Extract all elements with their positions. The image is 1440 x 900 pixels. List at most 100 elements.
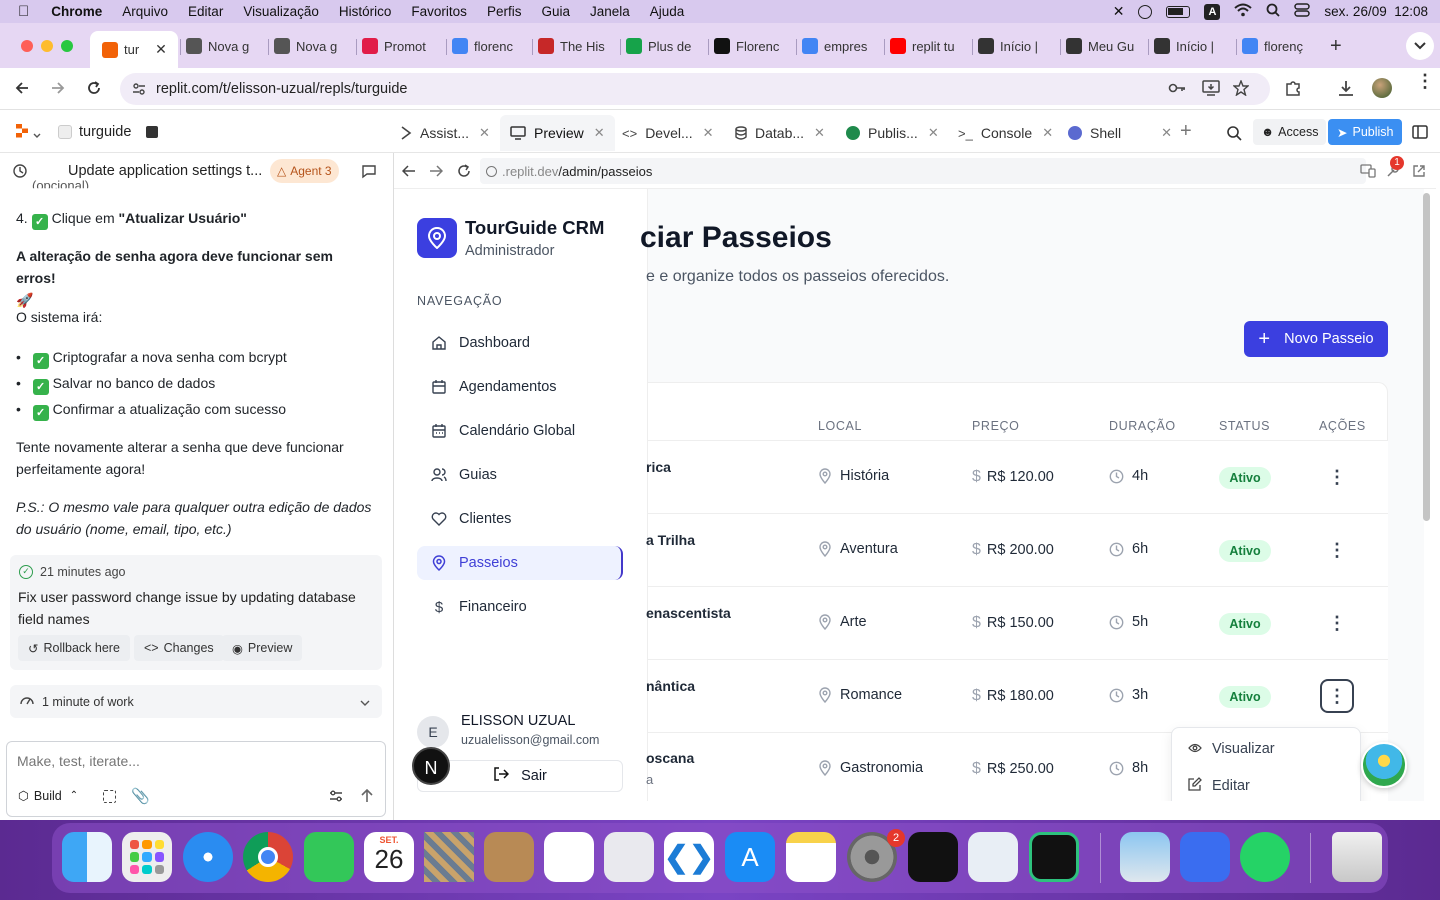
- project-name[interactable]: turguide: [79, 124, 131, 140]
- browser-tab[interactable]: empres: [802, 31, 882, 61]
- tab-database[interactable]: Datab... ✕: [735, 123, 825, 143]
- reminders-icon[interactable]: [544, 832, 594, 882]
- tab-preview[interactable]: Preview ✕: [500, 115, 615, 151]
- nav-guias[interactable]: Guias: [417, 458, 623, 492]
- tab-close-icon[interactable]: ✕: [928, 125, 939, 141]
- bookmark-star-icon[interactable]: [1232, 79, 1250, 100]
- stop-button[interactable]: [146, 126, 158, 138]
- menu-janela[interactable]: Janela: [590, 4, 630, 19]
- safari-icon[interactable]: [183, 832, 233, 882]
- menu-editar[interactable]: Editar: [188, 4, 223, 19]
- menu-item-editar[interactable]: Editar: [1188, 777, 1250, 795]
- control-center-icon[interactable]: [1294, 3, 1311, 20]
- install-app-icon[interactable]: [1202, 80, 1220, 100]
- browser-tab[interactable]: Florenc: [714, 31, 794, 61]
- roblox-icon[interactable]: [1180, 832, 1230, 882]
- agent-input[interactable]: [17, 750, 367, 772]
- apple-icon[interactable]: : [18, 3, 29, 20]
- access-button[interactable]: ☻ Access: [1253, 119, 1327, 145]
- nav-calendario-global[interactable]: Calendário Global: [417, 414, 623, 448]
- terminal-app-icon[interactable]: [1029, 832, 1079, 882]
- browser-tab[interactable]: The His: [538, 31, 618, 61]
- trash-icon[interactable]: [1332, 832, 1382, 882]
- table-row[interactable]: enascentista Arte $ R$ 150.00 5h Ativo ⋮: [646, 586, 1388, 659]
- tab-close-icon[interactable]: ✕: [594, 125, 605, 141]
- table-row[interactable]: nântica Romance $ R$ 180.00 3h Ativo ⋮: [646, 659, 1388, 732]
- browser-tab[interactable]: florenç: [1242, 31, 1322, 61]
- window-zoom-button[interactable]: [61, 40, 73, 52]
- browser-tab[interactable]: florenc: [452, 31, 532, 61]
- bluetooth-icon[interactable]: ✕: [1113, 3, 1125, 20]
- preview-url-bar[interactable]: .replit.dev/admin/passeios: [480, 158, 1366, 184]
- unity-icon[interactable]: [908, 832, 958, 882]
- new-tab-button[interactable]: +: [1330, 35, 1342, 58]
- tab-search-chevron-icon[interactable]: [1406, 32, 1434, 60]
- split-pane-icon[interactable]: [1412, 125, 1428, 142]
- browser-tab[interactable]: Promot: [362, 31, 442, 61]
- row-actions-kebab-icon[interactable]: ⋮: [1320, 679, 1354, 713]
- app-store-icon[interactable]: A: [725, 832, 775, 882]
- postgres-icon[interactable]: [968, 832, 1018, 882]
- preview-back-icon[interactable]: [401, 164, 416, 181]
- menu-visualizacao[interactable]: Visualização: [243, 4, 319, 19]
- next-devtools-icon[interactable]: N: [412, 747, 450, 785]
- search-icon[interactable]: [1226, 125, 1242, 144]
- table-row[interactable]: rica História $ R$ 120.00 4h Ativo ⋮: [646, 440, 1388, 513]
- send-arrow-icon[interactable]: [361, 788, 373, 806]
- devices-icon[interactable]: [1360, 164, 1376, 181]
- tab-devtools[interactable]: <> Devel... ✕: [622, 123, 714, 143]
- site-info-icon[interactable]: [132, 82, 146, 100]
- tab-close-icon[interactable]: ✕: [703, 125, 714, 141]
- password-key-icon[interactable]: [1168, 81, 1186, 99]
- reload-icon[interactable]: [86, 80, 102, 99]
- profile-avatar[interactable]: [1372, 78, 1392, 98]
- build-mode-button[interactable]: ⬡ Build ⌃: [18, 788, 78, 804]
- floating-assistant-avatar[interactable]: [1361, 742, 1407, 788]
- changes-button[interactable]: <> Changes: [134, 635, 224, 661]
- brand-logo-icon[interactable]: [417, 218, 457, 258]
- chrome-menu-kebab-icon[interactable]: ⋮: [1416, 72, 1434, 90]
- vertical-scrollbar[interactable]: [1423, 193, 1430, 521]
- facetime-icon[interactable]: [304, 832, 354, 882]
- nav-passeios[interactable]: Passeios: [417, 546, 623, 580]
- accessibility-icon[interactable]: [1138, 4, 1153, 19]
- notes-icon[interactable]: [786, 832, 836, 882]
- contacts-icon[interactable]: [484, 832, 534, 882]
- thread-title[interactable]: Update application settings t...: [68, 163, 262, 179]
- browser-tab[interactable]: Nova g: [274, 31, 354, 61]
- checkpoint-preview-button[interactable]: ◉ Preview: [222, 635, 303, 661]
- tab-assistant[interactable]: Assist... ✕: [400, 123, 490, 143]
- settings-sliders-icon[interactable]: [329, 790, 343, 805]
- clock[interactable]: sex. 26/09 12:08: [1324, 4, 1428, 19]
- launchpad-icon[interactable]: [122, 832, 172, 882]
- window-close-button[interactable]: [21, 40, 33, 52]
- menu-favoritos[interactable]: Favoritos: [411, 4, 467, 19]
- table-row[interactable]: a Trilha Aventura $ R$ 200.00 6h Ativo ⋮: [646, 513, 1388, 586]
- tab-close-icon[interactable]: ✕: [155, 41, 167, 58]
- tab-close-icon[interactable]: ✕: [1042, 125, 1053, 141]
- browser-tab[interactable]: replit tu: [890, 31, 970, 61]
- menu-item-visualizar[interactable]: Visualizar: [1188, 741, 1275, 757]
- wifi-icon[interactable]: [1234, 3, 1253, 20]
- calendar-app-icon[interactable]: SET. 26: [364, 832, 414, 882]
- menu-historico[interactable]: Histórico: [339, 4, 392, 19]
- browser-tab[interactable]: Meu Gu: [1066, 31, 1146, 61]
- nav-clientes[interactable]: Clientes: [417, 502, 623, 536]
- work-summary[interactable]: 1 minute of work: [10, 685, 382, 718]
- replit-menu-chevron-icon[interactable]: [33, 127, 41, 142]
- whatsapp-icon[interactable]: [1240, 832, 1290, 882]
- menu-perfis[interactable]: Perfis: [487, 4, 522, 19]
- extensions-puzzle-icon[interactable]: [1284, 79, 1302, 100]
- finder-icon[interactable]: [62, 832, 112, 882]
- row-actions-kebab-icon[interactable]: ⋮: [1328, 536, 1346, 564]
- attach-icon[interactable]: 📎: [131, 787, 150, 805]
- tab-active[interactable]: tur ✕: [90, 31, 178, 68]
- menu-ajuda[interactable]: Ajuda: [650, 4, 685, 19]
- tab-publishing[interactable]: Publis... ✕: [846, 123, 939, 143]
- tab-close-icon[interactable]: ✕: [814, 125, 825, 141]
- tab-shell[interactable]: Shell ✕: [1068, 123, 1172, 143]
- row-actions-kebab-icon[interactable]: ⋮: [1328, 463, 1346, 491]
- new-tour-button[interactable]: + Novo Passeio: [1244, 321, 1388, 357]
- screenshot-icon[interactable]: [604, 832, 654, 882]
- browser-tab[interactable]: Início |: [978, 31, 1058, 61]
